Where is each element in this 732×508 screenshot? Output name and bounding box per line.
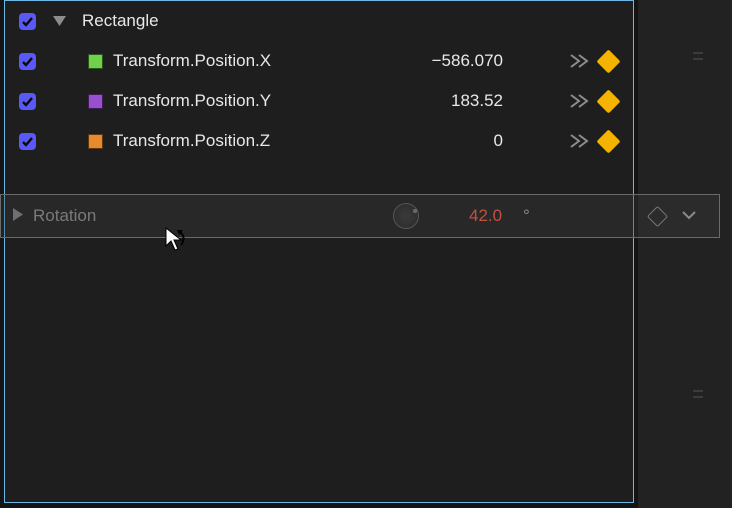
properties-panel: Rectangle Transform.Position.X −586.070 …	[4, 0, 634, 503]
layer-name: Rectangle	[82, 11, 159, 31]
checkbox-icon[interactable]	[19, 53, 36, 70]
property-row[interactable]: Transform.Position.X −586.070	[5, 41, 633, 81]
keyframe-icon[interactable]	[596, 129, 620, 153]
rotation-dial-icon[interactable]	[393, 203, 419, 229]
chevron-down-icon[interactable]	[681, 206, 697, 226]
keyframe-icon[interactable]	[596, 49, 620, 73]
drag-property-value[interactable]: 42.0	[469, 206, 502, 226]
checkbox-icon[interactable]	[19, 133, 36, 150]
keyframe-icon[interactable]	[596, 89, 620, 113]
timeline-tick	[693, 58, 703, 60]
color-swatch	[88, 54, 103, 69]
checkbox-icon[interactable]	[19, 13, 36, 30]
property-label: Transform.Position.X	[113, 51, 271, 71]
disclosure-triangle-right-icon[interactable]	[13, 206, 23, 226]
keyframe-controls	[570, 93, 617, 110]
checkbox-icon[interactable]	[19, 93, 36, 110]
go-to-keyframe-icon[interactable]	[570, 53, 592, 69]
color-swatch	[88, 94, 103, 109]
disclosure-triangle-down-icon[interactable]	[36, 16, 82, 27]
color-swatch	[88, 134, 103, 149]
drag-cursor-icon	[163, 227, 187, 253]
unit-label: °	[523, 206, 530, 226]
dragged-property-row[interactable]: Rotation 42.0 °	[0, 194, 720, 238]
layer-header-row[interactable]: Rectangle	[5, 1, 633, 41]
keyframe-controls	[570, 133, 617, 150]
property-row[interactable]: Transform.Position.Z 0	[5, 121, 633, 161]
property-label: Transform.Position.Y	[113, 91, 271, 111]
property-value[interactable]: −586.070	[432, 51, 503, 71]
keyframe-outline-icon[interactable]	[647, 205, 668, 226]
property-label: Transform.Position.Z	[113, 131, 270, 151]
go-to-keyframe-icon[interactable]	[570, 93, 592, 109]
timeline-tick	[693, 396, 703, 398]
timeline-strip	[638, 0, 732, 508]
property-value[interactable]: 183.52	[451, 91, 503, 111]
drag-property-label: Rotation	[33, 206, 96, 226]
go-to-keyframe-icon[interactable]	[570, 133, 592, 149]
keyframe-controls	[570, 53, 617, 70]
property-row[interactable]: Transform.Position.Y 183.52	[5, 81, 633, 121]
property-value[interactable]: 0	[494, 131, 503, 151]
